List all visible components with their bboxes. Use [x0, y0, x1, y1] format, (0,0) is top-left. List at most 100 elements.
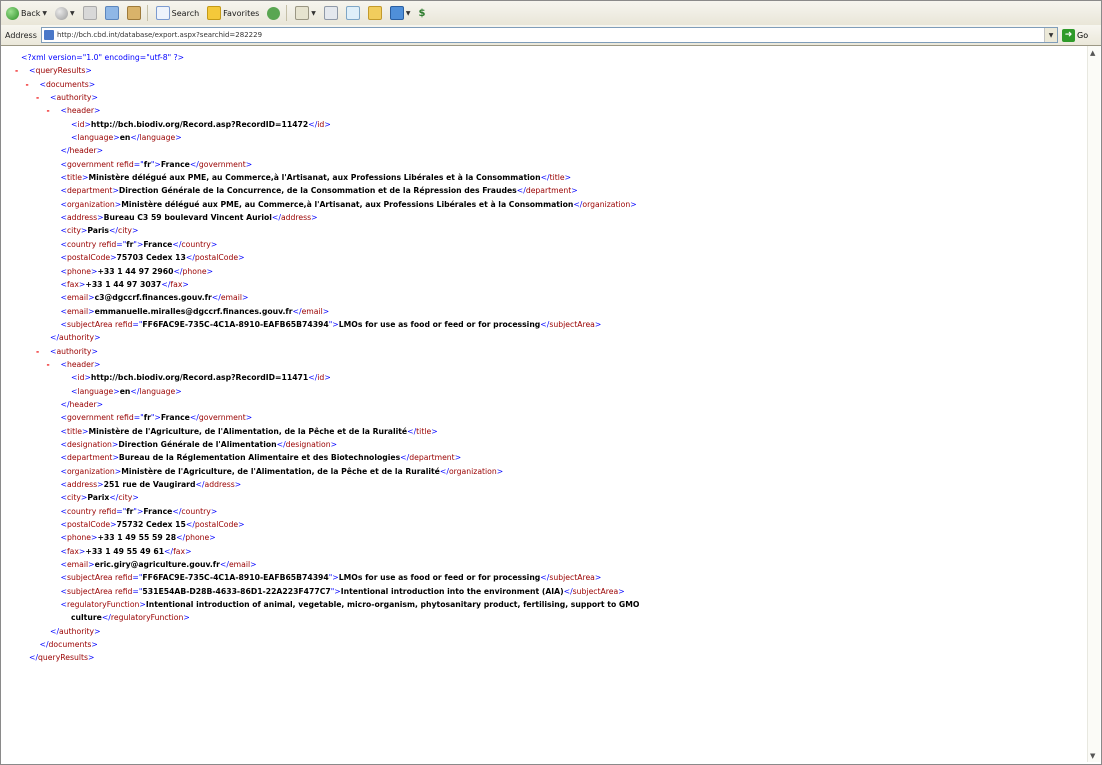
home-icon — [126, 6, 141, 20]
xml-tag-name: phone — [66, 266, 92, 276]
xml-tag-name: address — [66, 213, 98, 223]
toolbar-divider — [286, 5, 288, 21]
xml-tag-name: header — [66, 359, 95, 369]
research-button[interactable]: $ — [416, 4, 429, 22]
xml-tag-name: country — [181, 239, 211, 249]
xml-text-value: http://bch.biodiv.org/Record.asp?RecordI… — [90, 373, 309, 383]
print-button[interactable] — [321, 4, 341, 22]
scroll-down-icon[interactable]: ▼ — [1090, 752, 1095, 760]
xml-line: <subjectArea refid="FF6FAC9E-735C-4C1A-8… — [60, 573, 602, 583]
search-icon — [155, 6, 170, 20]
address-bar: Address http://bch.cbd.int/database/expo… — [1, 25, 1101, 46]
messenger-button[interactable]: ▼ — [387, 4, 414, 22]
xml-line: <fax>+33 1 44 97 3037</fax> — [60, 279, 189, 289]
xml-tag-name: department — [66, 186, 113, 196]
mail-button[interactable]: ▼ — [292, 4, 319, 22]
xml-line: <city>Paris</city> — [60, 226, 139, 236]
xml-text-value: Bureau de la Réglementation Alimentaire … — [118, 453, 401, 463]
forward-arrow-icon — [55, 6, 69, 20]
chevron-down-icon: ▼ — [70, 9, 75, 17]
chevron-down-icon[interactable]: ▼ — [1044, 28, 1057, 42]
xml-tag-name: city — [118, 226, 132, 236]
xml-line: - <header> — [21, 358, 1081, 371]
xml-tag-name: phone — [185, 533, 210, 543]
collapse-toggle[interactable]: - — [26, 78, 29, 91]
collapse-toggle[interactable]: - — [47, 104, 50, 117]
xml-text-value: +33 1 44 97 3037 — [85, 279, 162, 289]
xml-tree: - <queryResults> - <documents> - <authority> -… — [15, 64, 1081, 664]
browser-window: Back ▼ ▼ Search Favorites ▼ ▼ $ Address — [0, 0, 1102, 765]
xml-declaration: <?xml version="1.0" encoding="utf-8" ?> — [21, 53, 185, 62]
xml-attribute-name: refid — [116, 159, 134, 169]
xml-tag-name: fax — [66, 546, 79, 556]
xml-tag-name: email — [66, 560, 89, 570]
vertical-scrollbar[interactable]: ▲ ▼ — [1087, 46, 1100, 762]
go-button[interactable]: ➜ Go — [1062, 28, 1088, 42]
research-icon: $ — [418, 7, 426, 19]
xml-tag-name: government — [66, 159, 114, 169]
xml-tag-name: postalCode — [66, 520, 111, 530]
xml-line: <postalCode>75703 Cedex 13</postalCode> — [60, 253, 245, 263]
xml-text-value: Intentional introduction of animal, vege… — [145, 600, 640, 610]
xml-tag-name: city — [66, 226, 81, 236]
xml-text-value: emmanuelle.miralles@dgccrf.finances.gouv… — [94, 306, 293, 316]
xml-tag-name: title — [66, 426, 82, 436]
xml-text-value: Intentional introduction into the enviro… — [340, 586, 564, 596]
xml-attribute-name: refid — [114, 319, 133, 329]
xml-line: <email>c3@dgccrf.finances.gouv.fr</email… — [60, 293, 249, 303]
xml-tag-name: phone — [182, 266, 207, 276]
back-arrow-icon — [6, 6, 19, 20]
xml-line: <subjectArea refid="531E54AB-D28B-4633-8… — [60, 586, 625, 596]
xml-tag-name: regulatoryFunction — [110, 613, 184, 623]
xml-text-value: Ministère délégué aux PME, au Commerce,à… — [121, 199, 574, 209]
edit-button[interactable] — [343, 4, 363, 22]
xml-attribute-name: refid — [116, 413, 134, 423]
xml-text-value: en — [119, 386, 131, 396]
folder-button[interactable] — [365, 4, 385, 22]
collapse-toggle[interactable]: - — [36, 91, 39, 104]
xml-line: <language>en</language> — [71, 133, 182, 143]
xml-line: - <queryResults> — [15, 64, 1081, 77]
stop-icon — [82, 6, 97, 20]
messenger-icon — [389, 6, 404, 20]
xml-tag-name: authority — [59, 333, 95, 343]
xml-text-value: Parix — [87, 493, 110, 503]
xml-attribute-name: refid — [98, 239, 117, 249]
home-button[interactable] — [124, 4, 144, 22]
scroll-up-icon[interactable]: ▲ — [1090, 49, 1095, 57]
xml-text-value: Ministère de l'Agriculture, de l'Aliment… — [121, 466, 440, 476]
history-button[interactable] — [264, 4, 283, 22]
xml-tag-name: postalCode — [194, 520, 239, 530]
refresh-button[interactable] — [102, 4, 122, 22]
xml-text-value: Direction Générale de l'Alimentation — [118, 439, 277, 449]
xml-tag-name: authority — [56, 346, 92, 356]
xml-line: <fax>+33 1 49 55 49 61</fax> — [60, 546, 192, 556]
back-button[interactable]: Back ▼ — [3, 4, 50, 22]
xml-line: <phone>+33 1 49 55 59 28</phone> — [60, 533, 216, 543]
xml-tag-name: fax — [170, 279, 183, 289]
address-input[interactable]: http://bch.cbd.int/database/export.aspx?… — [41, 27, 1058, 43]
xml-tag-name: country — [66, 506, 97, 516]
search-button[interactable]: Search — [153, 4, 202, 22]
star-icon — [207, 6, 222, 20]
xml-tag-name: address — [66, 480, 98, 489]
refresh-icon — [104, 6, 119, 20]
xml-tag-name: fax — [173, 546, 186, 556]
xml-tag-name: organization — [66, 466, 115, 476]
collapse-toggle[interactable]: - — [36, 345, 39, 358]
xml-attribute-value: 531E54AB-D28B-4633-86D1-22A223F477C7 — [142, 586, 331, 596]
xml-tag-name: city — [118, 493, 133, 503]
favorites-button[interactable]: Favorites — [204, 4, 262, 22]
xml-line: culture</regulatoryFunction> — [71, 613, 190, 623]
toolbar: Back ▼ ▼ Search Favorites ▼ ▼ $ — [1, 1, 1101, 26]
xml-tag-name: address — [280, 213, 312, 223]
xml-line: <title>Ministère de l'Agriculture, de l'… — [60, 426, 438, 436]
collapse-toggle[interactable]: - — [47, 358, 50, 371]
xml-line: <city>Parix</city> — [60, 493, 139, 503]
xml-tag-name: department — [525, 186, 572, 196]
chevron-down-icon: ▼ — [311, 9, 316, 17]
forward-button[interactable]: ▼ — [52, 4, 78, 22]
xml-line: </authority> — [50, 333, 101, 343]
collapse-toggle[interactable]: - — [15, 64, 18, 77]
stop-button[interactable] — [80, 4, 100, 22]
